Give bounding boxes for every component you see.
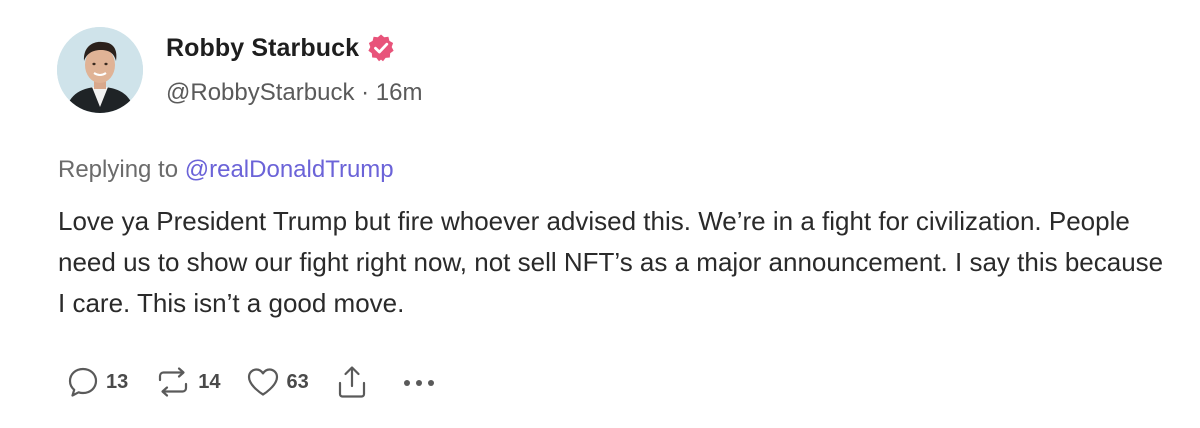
replying-to-label: Replying to [58,156,179,183]
comment-bubble-icon [66,365,100,399]
reply-count: 13 [106,370,129,393]
author-name-row: Robby Starbuck [166,30,422,66]
author-handle[interactable]: @RobbyStarbuck [166,79,354,106]
post-actions: 13 14 63 [66,362,439,402]
more-dots-icon [399,365,439,399]
replying-to-mention[interactable]: @realDonaldTrump [185,156,394,183]
avatar-image [57,27,143,113]
replying-to: Replying to @realDonaldTrump [58,155,394,185]
avatar[interactable] [57,27,143,113]
repost-count: 14 [198,370,221,393]
repost-icon [154,365,192,399]
heart-icon [245,365,281,399]
more-button[interactable] [399,365,439,399]
post-timestamp[interactable]: 16m [376,79,423,106]
share-upload-icon [335,364,369,400]
reply-button[interactable]: 13 [66,365,128,399]
author-meta: @RobbyStarbuck · 16m [166,78,422,108]
like-button[interactable]: 63 [245,365,309,399]
repost-button[interactable]: 14 [154,365,221,399]
meta-separator: · [361,79,370,106]
share-button[interactable] [335,364,369,400]
like-count: 63 [286,370,309,393]
post-card: Robby Starbuck @RobbyStarbuck · 16m Repl… [0,0,1200,428]
post-body: Love ya President Trump but fire whoever… [58,206,1164,318]
verified-badge-icon [366,33,396,63]
author-display-name[interactable]: Robby Starbuck [166,34,359,63]
post-author: Robby Starbuck @RobbyStarbuck · 16m [166,30,422,108]
